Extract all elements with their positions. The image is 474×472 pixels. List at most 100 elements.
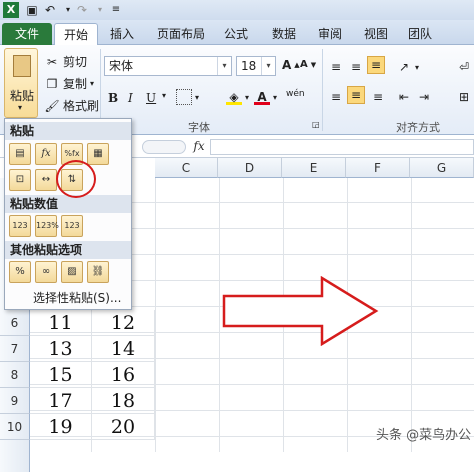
formula-input[interactable] <box>210 139 474 155</box>
tab-data[interactable]: 数据 <box>266 23 302 45</box>
paste-icon[interactable]: ▤ <box>9 143 31 165</box>
linked-picture-icon[interactable]: ⛓ <box>87 261 109 283</box>
row-header[interactable]: 7 <box>0 336 30 362</box>
format-painter-label: 格式刷 <box>63 99 100 113</box>
font-size-select[interactable]: 18 ▾ <box>236 56 276 76</box>
section-other-header: 其他粘贴选项 <box>5 241 131 259</box>
cell-b[interactable]: 12 <box>92 310 155 336</box>
clipboard-icon <box>13 55 31 77</box>
cell-b[interactable]: 14 <box>92 336 155 362</box>
chevron-down-icon: ▾ <box>273 92 278 102</box>
decrease-indent-button[interactable]: ⇤ <box>396 89 412 105</box>
row-header[interactable]: 8 <box>0 362 30 388</box>
shrink-font-button[interactable]: A ▼ <box>300 59 316 70</box>
column-header[interactable]: F <box>346 158 410 178</box>
tab-view[interactable]: 视图 <box>358 23 394 45</box>
chevron-down-icon: ▾ <box>90 79 95 88</box>
align-center-icon: ≡ <box>350 88 362 102</box>
cell-a[interactable]: 11 <box>30 310 92 336</box>
no-borders-icon[interactable]: ⊡ <box>9 169 31 191</box>
underline-button[interactable]: U <box>146 91 156 105</box>
paste-options-menu: 粘贴 ▤ fx %fx ▦ ⊡ ↔ ⇅ 粘贴数值 123 123% 123 其他… <box>4 118 132 310</box>
font-name-select[interactable]: 宋体 ▾ <box>104 56 232 76</box>
paste-label: 粘贴 <box>10 89 35 103</box>
grow-font-button[interactable]: A ▲ <box>282 58 300 72</box>
redo-dropdown-icon[interactable]: ▾ <box>92 2 108 18</box>
cell-b[interactable]: 16 <box>92 362 155 388</box>
align-middle-button[interactable]: ≡ <box>348 59 364 75</box>
font-color-button[interactable]: A ▾ <box>254 89 277 105</box>
values-source-formatting-icon[interactable]: 123 <box>61 215 83 237</box>
merge-icon: ⊞ <box>458 90 470 104</box>
undo-icon[interactable]: ↶ <box>42 2 58 18</box>
fill-color-button[interactable]: ◈ ▾ <box>226 89 249 105</box>
highlight-circle <box>56 160 96 198</box>
values-number-format-icon[interactable]: 123% <box>35 215 59 237</box>
cell-b[interactable]: 18 <box>92 388 155 414</box>
tab-file[interactable]: 文件 <box>2 23 52 45</box>
brush-icon: 🖌 <box>44 98 60 113</box>
customize-qat-icon[interactable]: ≡ <box>108 2 124 18</box>
paste-values-icon[interactable]: 123 <box>9 215 31 237</box>
copy-label: 复制 <box>63 77 88 91</box>
align-center-button[interactable]: ≡ <box>347 86 365 104</box>
tab-team[interactable]: 团队 <box>402 23 438 45</box>
align-top-button[interactable]: ≡ <box>328 59 344 75</box>
row-header[interactable]: 9 <box>0 388 30 414</box>
underline-dropdown-icon[interactable]: ▾ <box>162 91 166 100</box>
tab-home[interactable]: 开始 <box>54 23 98 45</box>
wrap-text-icon: ⏎ <box>458 60 470 74</box>
column-header[interactable]: D <box>218 158 282 178</box>
align-right-icon: ≡ <box>372 90 384 104</box>
column-header[interactable]: C <box>155 158 218 178</box>
column-header[interactable]: E <box>282 158 346 178</box>
copy-button[interactable]: ❐ 复制 ▾ <box>44 75 94 92</box>
tab-formulas[interactable]: 公式 <box>218 23 254 45</box>
copy-icon: ❐ <box>46 76 58 91</box>
paste-formulas-icon[interactable]: fx <box>35 143 57 165</box>
save-icon[interactable]: ▣ <box>24 2 40 18</box>
cell-a[interactable]: 17 <box>30 388 92 414</box>
format-painter-button[interactable]: 🖌 格式刷 <box>44 97 99 114</box>
align-left-icon: ≡ <box>330 90 342 104</box>
italic-button[interactable]: I <box>128 91 133 105</box>
cut-button[interactable]: ✂ 剪切 <box>44 53 87 70</box>
paste-picture-icon[interactable]: ▨ <box>61 261 83 283</box>
cell-a[interactable]: 15 <box>30 362 92 388</box>
formula-bar-expand[interactable] <box>142 140 186 154</box>
increase-indent-button[interactable]: ⇥ <box>416 89 432 105</box>
keep-source-formatting-icon[interactable]: ▦ <box>87 143 109 165</box>
row-header[interactable]: 10 <box>0 414 30 440</box>
column-header[interactable]: G <box>410 158 474 178</box>
paste-special-item[interactable]: 选择性粘贴(S)... <box>33 289 121 306</box>
scissors-icon: ✂ <box>46 54 58 69</box>
paste-button[interactable]: 粘贴 ▾ <box>4 48 38 118</box>
font-group-label: 字体 <box>188 121 210 134</box>
border-icon <box>176 89 192 105</box>
wrap-text-button[interactable]: ⏎ <box>456 59 472 75</box>
font-dialog-launcher-icon[interactable]: ◲ <box>312 120 320 129</box>
row-header[interactable]: 6 <box>0 310 30 336</box>
tab-insert[interactable]: 插入 <box>104 23 140 45</box>
orientation-button[interactable]: ↗ ▾ <box>396 59 419 75</box>
redo-icon[interactable]: ↷ <box>74 2 90 18</box>
group-separator <box>322 49 323 131</box>
cell-a[interactable]: 13 <box>30 336 92 362</box>
tab-review[interactable]: 审阅 <box>312 23 348 45</box>
paste-formatting-icon[interactable]: % <box>9 261 31 283</box>
align-right-button[interactable]: ≡ <box>370 89 386 105</box>
align-bottom-button[interactable]: ≡ <box>367 56 385 74</box>
insert-function-button[interactable]: fx <box>190 139 208 155</box>
tab-page-layout[interactable]: 页面布局 <box>150 23 212 45</box>
borders-button[interactable]: ▾ <box>176 89 199 105</box>
phonetic-button[interactable]: wén <box>286 89 305 99</box>
cell-b[interactable]: 20 <box>92 414 155 440</box>
merge-center-button[interactable]: ⊞ <box>456 89 472 105</box>
cell-a[interactable]: 19 <box>30 414 92 440</box>
align-left-button[interactable]: ≡ <box>328 89 344 105</box>
cut-label: 剪切 <box>63 55 88 69</box>
bold-button[interactable]: B <box>108 91 118 105</box>
section-values-header: 粘贴数值 <box>5 195 131 213</box>
paste-link-icon[interactable]: ∞ <box>35 261 57 283</box>
keep-column-widths-icon[interactable]: ↔ <box>35 169 57 191</box>
